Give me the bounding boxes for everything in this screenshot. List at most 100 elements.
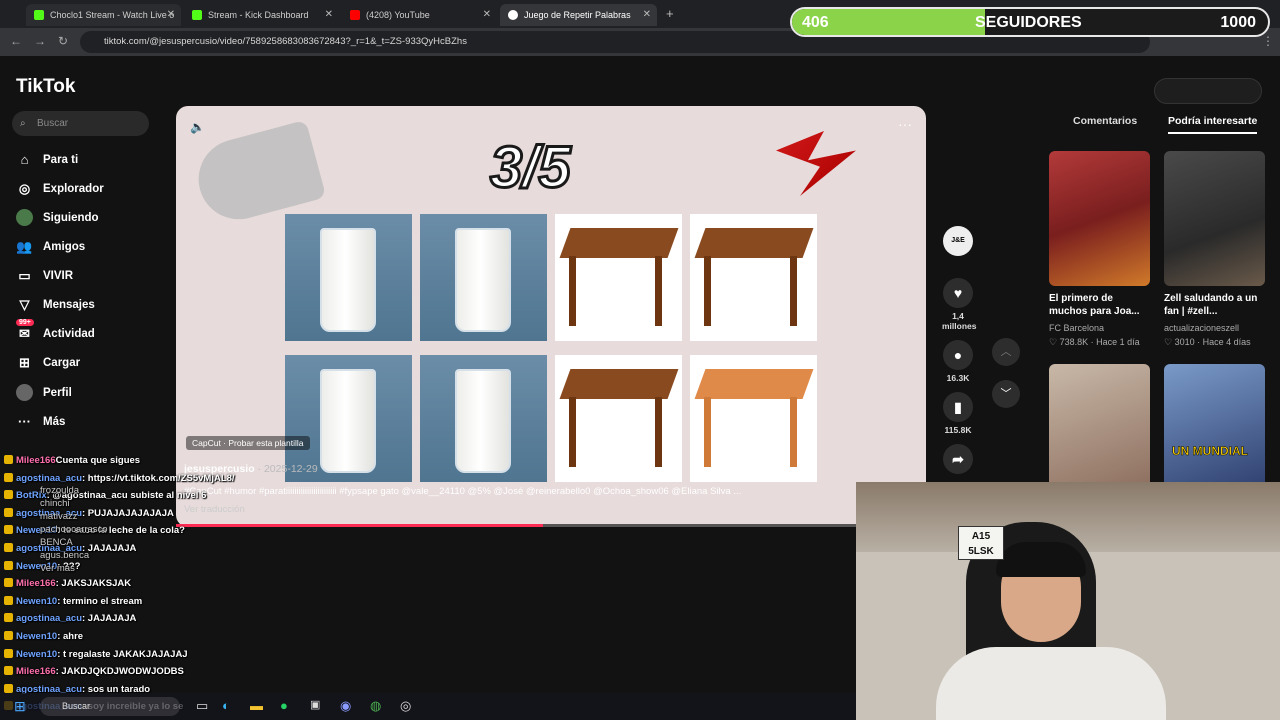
chat-text: : JAJAJAJA xyxy=(82,613,137,625)
taskbar-search[interactable]: Buscar xyxy=(40,697,180,716)
taskbar: ⊞ Buscar ▭ ◐ ▬ ● ▣ ◉ ◍ ◎ xyxy=(0,693,856,720)
save-button[interactable]: ▮ 115.8K xyxy=(942,392,974,435)
tab-kick-live[interactable]: Choclo1 Stream - Watch Live o ✕ xyxy=(26,4,181,26)
table-tile xyxy=(690,214,817,341)
obs-icon[interactable]: ◎ xyxy=(400,698,411,714)
more-options-icon[interactable]: ··· xyxy=(898,116,912,132)
search-input[interactable]: ⌕ Buscar xyxy=(12,111,149,136)
tab-comentarios[interactable]: Comentarios xyxy=(1073,115,1137,127)
recommended-card[interactable] xyxy=(1049,151,1150,286)
chat-message: Newen10: termino el stream xyxy=(4,595,143,607)
following-account[interactable]: pachoocarrasco xyxy=(40,524,108,535)
previous-video-button[interactable]: ︿ xyxy=(992,338,1020,366)
creator-avatar[interactable]: J&E xyxy=(942,226,974,259)
nav-amigos[interactable]: 👥 Amigos xyxy=(16,238,85,255)
follower-count: 406 xyxy=(802,14,829,31)
chat-text: : JAJAJAJA xyxy=(82,543,137,554)
following-account[interactable]: mativazz xyxy=(40,511,77,522)
following-account[interactable]: BENCA xyxy=(40,537,73,548)
chat-username[interactable]: agostinaa_acu xyxy=(16,473,82,484)
tab-tiktok-active[interactable]: Juego de Repetir Palabras ✕ xyxy=(500,4,657,26)
reload-icon[interactable]: ↻ xyxy=(58,34,68,48)
card-author: FC Barcelona xyxy=(1049,323,1105,333)
forward-icon[interactable]: → xyxy=(34,34,46,48)
next-video-button[interactable]: ﹀ xyxy=(992,380,1020,408)
volume-icon[interactable]: 🔈 xyxy=(190,120,205,134)
nav-perfil[interactable]: Perfil xyxy=(16,384,72,401)
following-account[interactable]: chinchi xyxy=(40,498,70,509)
chat-text: : t regalaste JAKAKJAJAJAJ xyxy=(57,648,188,660)
home-icon: ⌂ xyxy=(20,152,29,167)
chat-text: : JAKSJAKSJAK xyxy=(55,578,132,590)
chat-text: Cuenta que sigues xyxy=(55,455,141,466)
nav-cargar[interactable]: ⊞ Cargar xyxy=(16,354,80,371)
share-button[interactable]: ➦ xyxy=(942,444,974,477)
task-view-icon[interactable]: ▭ xyxy=(196,698,208,714)
recommended-card[interactable] xyxy=(1049,364,1150,499)
back-icon[interactable]: ← xyxy=(10,34,22,48)
epic-games-icon[interactable]: ▣ xyxy=(310,698,320,711)
like-button[interactable]: ♥ 1,4 millones xyxy=(942,278,976,331)
badge-icon xyxy=(4,472,13,482)
share-icon: ➦ xyxy=(943,444,973,474)
kick-icon xyxy=(34,10,44,20)
nav-explorador[interactable]: ◎ Explorador xyxy=(16,180,104,197)
chat-message: agostinaa_acu: PUJAJAJAJAJAJA xyxy=(4,507,174,519)
youtube-icon xyxy=(350,10,360,20)
following-account[interactable]: agus.benca xyxy=(40,550,89,561)
avatar xyxy=(16,209,33,226)
compass-icon: ◎ xyxy=(18,181,31,196)
capcut-template-link[interactable]: CapCut · Probar esta plantilla xyxy=(186,436,310,450)
recommended-card[interactable] xyxy=(1164,151,1265,286)
chat-text: : termino el stream xyxy=(57,595,143,607)
whatsapp-icon[interactable]: ● xyxy=(280,698,288,713)
save-count: 115.8K xyxy=(944,425,972,435)
close-icon[interactable]: ✕ xyxy=(643,9,651,20)
nav-vivir[interactable]: ▭ VIVIR xyxy=(16,267,73,284)
chat-username[interactable]: Milee166 xyxy=(16,578,56,589)
chat-username[interactable]: Newen10 xyxy=(16,649,57,660)
toolbar-pill[interactable] xyxy=(1154,78,1262,104)
chrome-icon[interactable]: ◍ xyxy=(370,698,381,714)
tab-podria-interesarte[interactable]: Podría interesarte xyxy=(1168,115,1258,134)
card-title[interactable]: Zell saludando a un fan | #zell... xyxy=(1164,292,1264,318)
follower-goal: 1000 xyxy=(1220,14,1256,31)
person-shirt xyxy=(936,647,1166,720)
chat-username[interactable]: Newen10 xyxy=(16,631,57,642)
tab-youtube[interactable]: (4208) YouTube ✕ xyxy=(342,4,497,26)
nav-siguiendo[interactable]: Siguiendo xyxy=(16,209,99,226)
card-title[interactable]: El primero de muchos para Joa... xyxy=(1049,292,1149,318)
badge-icon xyxy=(4,543,13,552)
close-icon[interactable]: ✕ xyxy=(325,9,333,20)
new-tab-icon[interactable]: + xyxy=(666,6,674,21)
comment-button[interactable]: ● 16.3K xyxy=(942,340,974,383)
following-account[interactable]: frozoulda xyxy=(40,485,79,496)
nav-mas[interactable]: ··· Más xyxy=(16,413,65,430)
nav-actividad[interactable]: ✉ 99+ Actividad xyxy=(16,319,95,342)
edge-icon[interactable]: ◐ xyxy=(222,698,230,713)
comment-icon: ● xyxy=(943,340,973,370)
round-counter: 3/5 xyxy=(489,134,573,202)
menu-icon[interactable]: ⋮ xyxy=(1262,34,1274,48)
milk-tile xyxy=(420,214,547,341)
profile-avatar xyxy=(16,384,33,401)
chat-username[interactable]: Milee166 xyxy=(16,666,56,677)
close-icon[interactable]: ✕ xyxy=(483,9,491,20)
chat-message: Newen10: ahre xyxy=(4,631,83,642)
following-account[interactable]: Ver más xyxy=(40,563,75,574)
chat-username[interactable]: Milee166 xyxy=(16,455,56,466)
tab-kick-dashboard[interactable]: Stream - Kick Dashboard ✕ xyxy=(184,4,339,26)
tiktok-logo[interactable]: TikTok xyxy=(16,76,75,98)
folder-icon[interactable]: ▬ xyxy=(250,698,263,713)
bookmark-icon: ▮ xyxy=(943,392,973,422)
chat-message: Milee166: JAKSJAKSJAK xyxy=(4,578,131,589)
recommended-card[interactable]: UN MUNDIAL xyxy=(1164,364,1265,499)
chat-username[interactable]: Newen10 xyxy=(16,596,57,607)
close-icon[interactable]: ✕ xyxy=(167,9,175,20)
nav-para-ti[interactable]: ⌂ Para ti xyxy=(16,151,79,168)
nav-mensajes[interactable]: ▽ Mensajes xyxy=(16,296,95,313)
windows-icon[interactable]: ⊞ xyxy=(14,698,26,715)
cap xyxy=(996,542,1086,577)
chat-username[interactable]: agostinaa_acu xyxy=(16,613,82,624)
discord-icon[interactable]: ◉ xyxy=(340,698,351,714)
